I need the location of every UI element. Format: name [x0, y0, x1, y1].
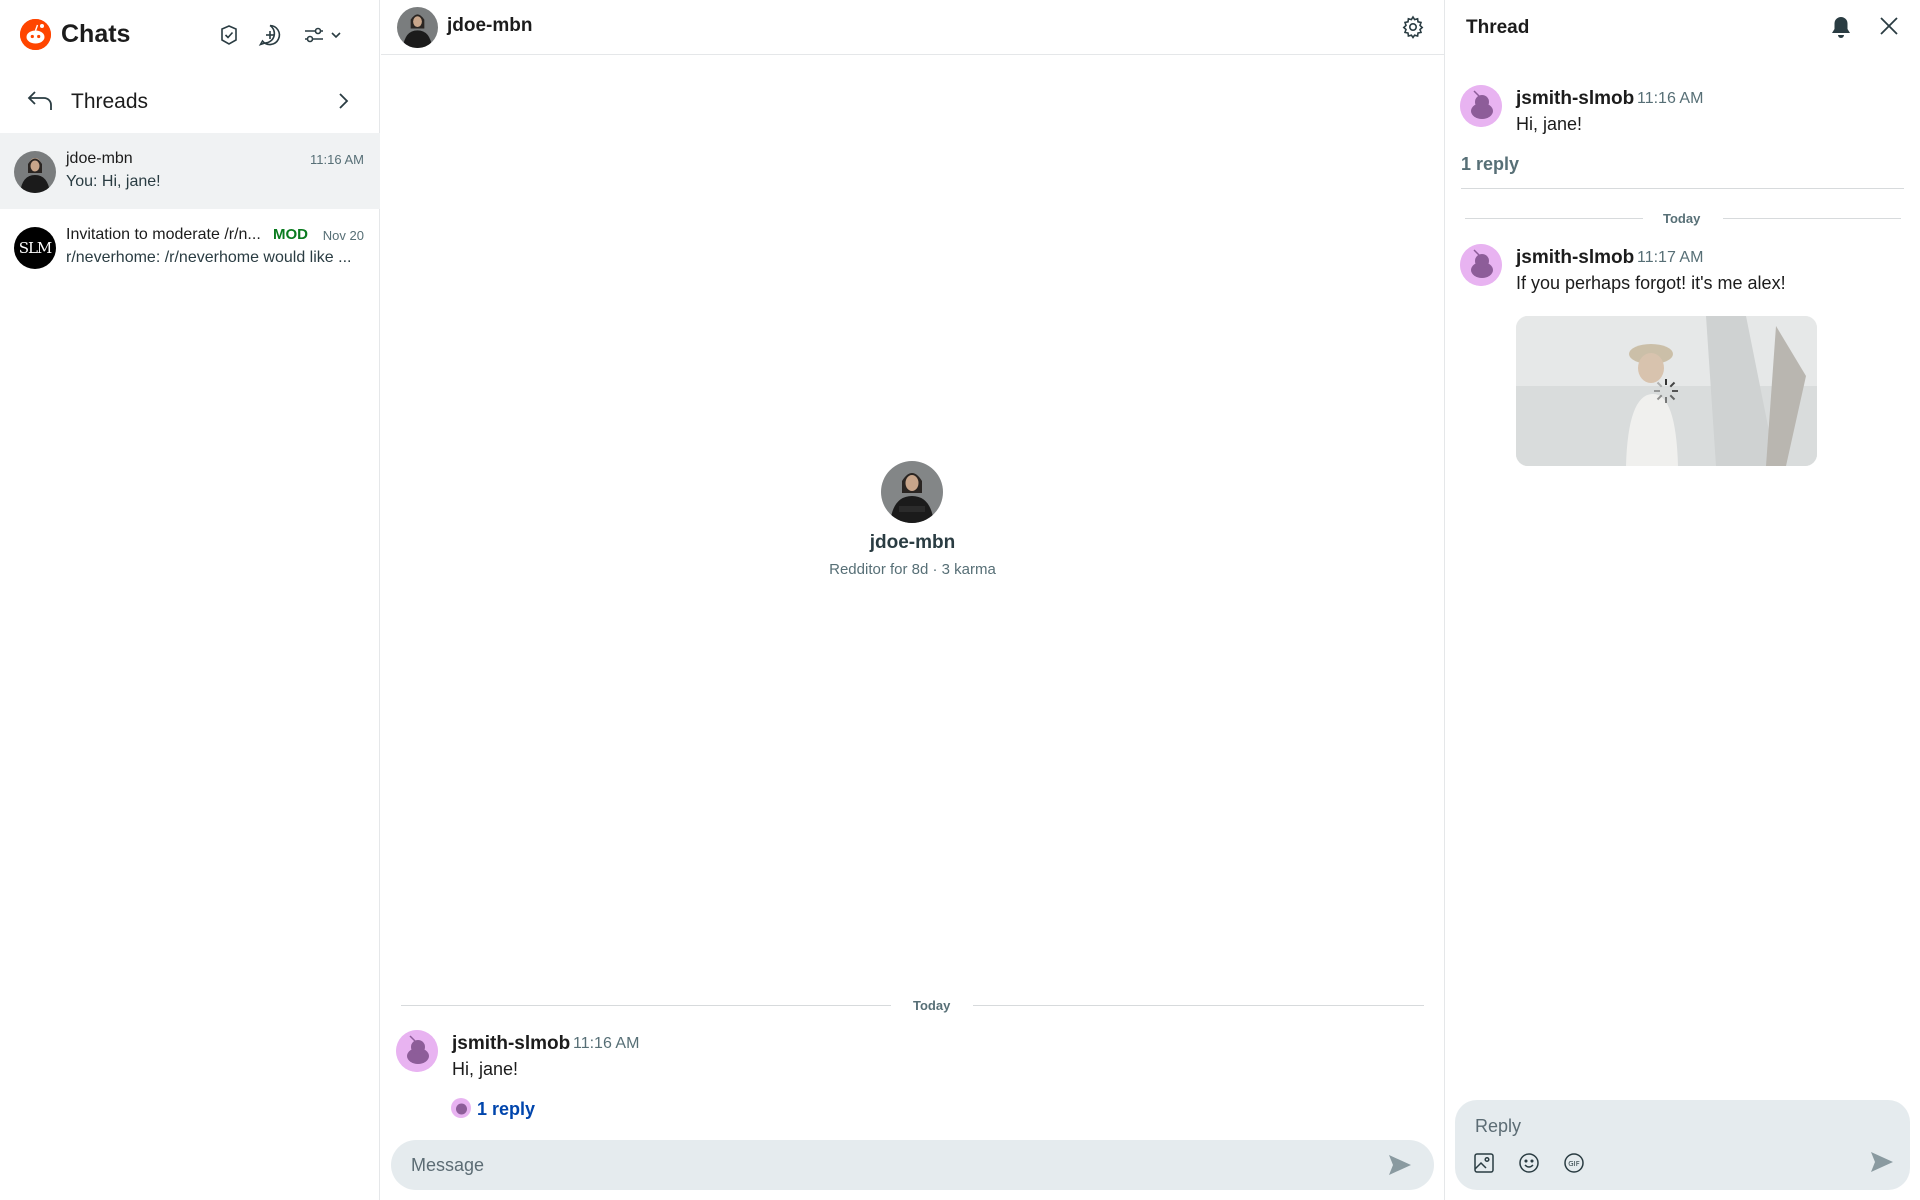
profile-name: jdoe-mbn	[869, 532, 956, 553]
gear-icon[interactable]	[1401, 15, 1425, 44]
threads-label: Threads	[71, 90, 149, 113]
close-icon[interactable]	[1878, 15, 1900, 42]
chat-panel: jdoe-mbn jdoe-mbn Redditor for 8d · 3 ka…	[381, 0, 1444, 1200]
day-label: Today	[913, 998, 951, 1013]
avatar	[14, 151, 56, 193]
reddit-logo-icon	[20, 19, 51, 50]
day-separator: Today	[401, 996, 1424, 1016]
message-text: Hi, jane!	[1516, 114, 1583, 134]
emoji-icon[interactable]	[1518, 1152, 1540, 1179]
sidebar-header: Chats	[0, 0, 380, 70]
send-icon[interactable]	[1869, 1150, 1895, 1179]
chat-title[interactable]: jdoe-mbn	[447, 15, 533, 37]
conversation-preview: You: Hi, jane!	[66, 173, 161, 190]
message-time: 11:16 AM	[1637, 90, 1704, 107]
conversation-time: Nov 20	[322, 228, 364, 243]
threads-nav-item[interactable]: Threads	[0, 78, 380, 124]
sidebar-title: Chats	[61, 20, 131, 48]
message-composer	[391, 1140, 1434, 1190]
avatar: SLM	[14, 227, 56, 269]
message-time: 11:17 AM	[1637, 249, 1704, 266]
conversation-name: Invitation to moderate /r/n...	[66, 226, 261, 243]
message-username[interactable]: jsmith-slmob	[1516, 247, 1634, 269]
avatar[interactable]	[1460, 85, 1502, 127]
send-icon[interactable]	[1387, 1153, 1413, 1182]
thread-reply-count: 1 reply	[1461, 154, 1520, 174]
chat-header: jdoe-mbn	[381, 0, 1444, 55]
message-text: If you perhaps forgot! it's me alex!	[1516, 273, 1786, 293]
svg-text:GIF: GIF	[1568, 1160, 1580, 1168]
reply-avatar-icon	[451, 1098, 471, 1118]
new-chat-icon[interactable]	[257, 22, 283, 48]
thread-header: Thread	[1445, 0, 1920, 55]
mark-read-icon[interactable]	[216, 22, 242, 48]
profile-meta: Redditor for 8d · 3 karma	[829, 561, 996, 578]
mod-badge: MOD	[273, 226, 308, 243]
image-upload-icon[interactable]	[1473, 1152, 1495, 1179]
message-text: Hi, jane!	[452, 1059, 519, 1079]
message-time: 11:16 AM	[573, 1035, 640, 1052]
message-input[interactable]	[411, 1153, 1331, 1177]
reply-input[interactable]	[1475, 1114, 1875, 1138]
avatar[interactable]	[396, 1030, 438, 1072]
avatar[interactable]	[397, 7, 438, 48]
filter-dropdown-icon[interactable]	[302, 22, 348, 48]
thread-reply-link[interactable]: 1 reply	[477, 1099, 535, 1120]
chat-sidebar: Chats Threads jdoe-mbn 11:16 AM You: Hi,…	[0, 0, 380, 1200]
message-username[interactable]: jsmith-slmob	[452, 1033, 570, 1055]
bell-icon[interactable]	[1830, 15, 1852, 44]
chevron-right-icon	[336, 91, 350, 116]
gif-icon[interactable]: GIF	[1563, 1152, 1585, 1179]
avatar[interactable]	[1460, 244, 1502, 286]
reply-arrow-icon	[26, 88, 54, 119]
conversation-preview: r/neverhome: /r/neverhome would like ...	[66, 249, 352, 266]
day-label: Today	[1663, 211, 1701, 226]
day-separator: Today	[1465, 209, 1901, 229]
conversation-item-jdoe-mbn[interactable]: jdoe-mbn 11:16 AM You: Hi, jane!	[0, 133, 380, 209]
profile-avatar	[881, 461, 943, 523]
reply-composer: GIF	[1455, 1100, 1910, 1190]
divider	[1461, 188, 1904, 189]
thread-title: Thread	[1466, 17, 1530, 38]
thread-panel: Thread jsmith-slmob 11:16 AM Hi, jane! 1…	[1444, 0, 1920, 1200]
conversation-name: jdoe-mbn	[66, 150, 133, 167]
gif-attachment[interactable]	[1516, 316, 1817, 466]
conversation-item-mod-invite[interactable]: SLM Invitation to moderate /r/n... MOD N…	[0, 209, 380, 285]
message-username[interactable]: jsmith-slmob	[1516, 88, 1634, 110]
conversation-time: 11:16 AM	[310, 152, 364, 167]
